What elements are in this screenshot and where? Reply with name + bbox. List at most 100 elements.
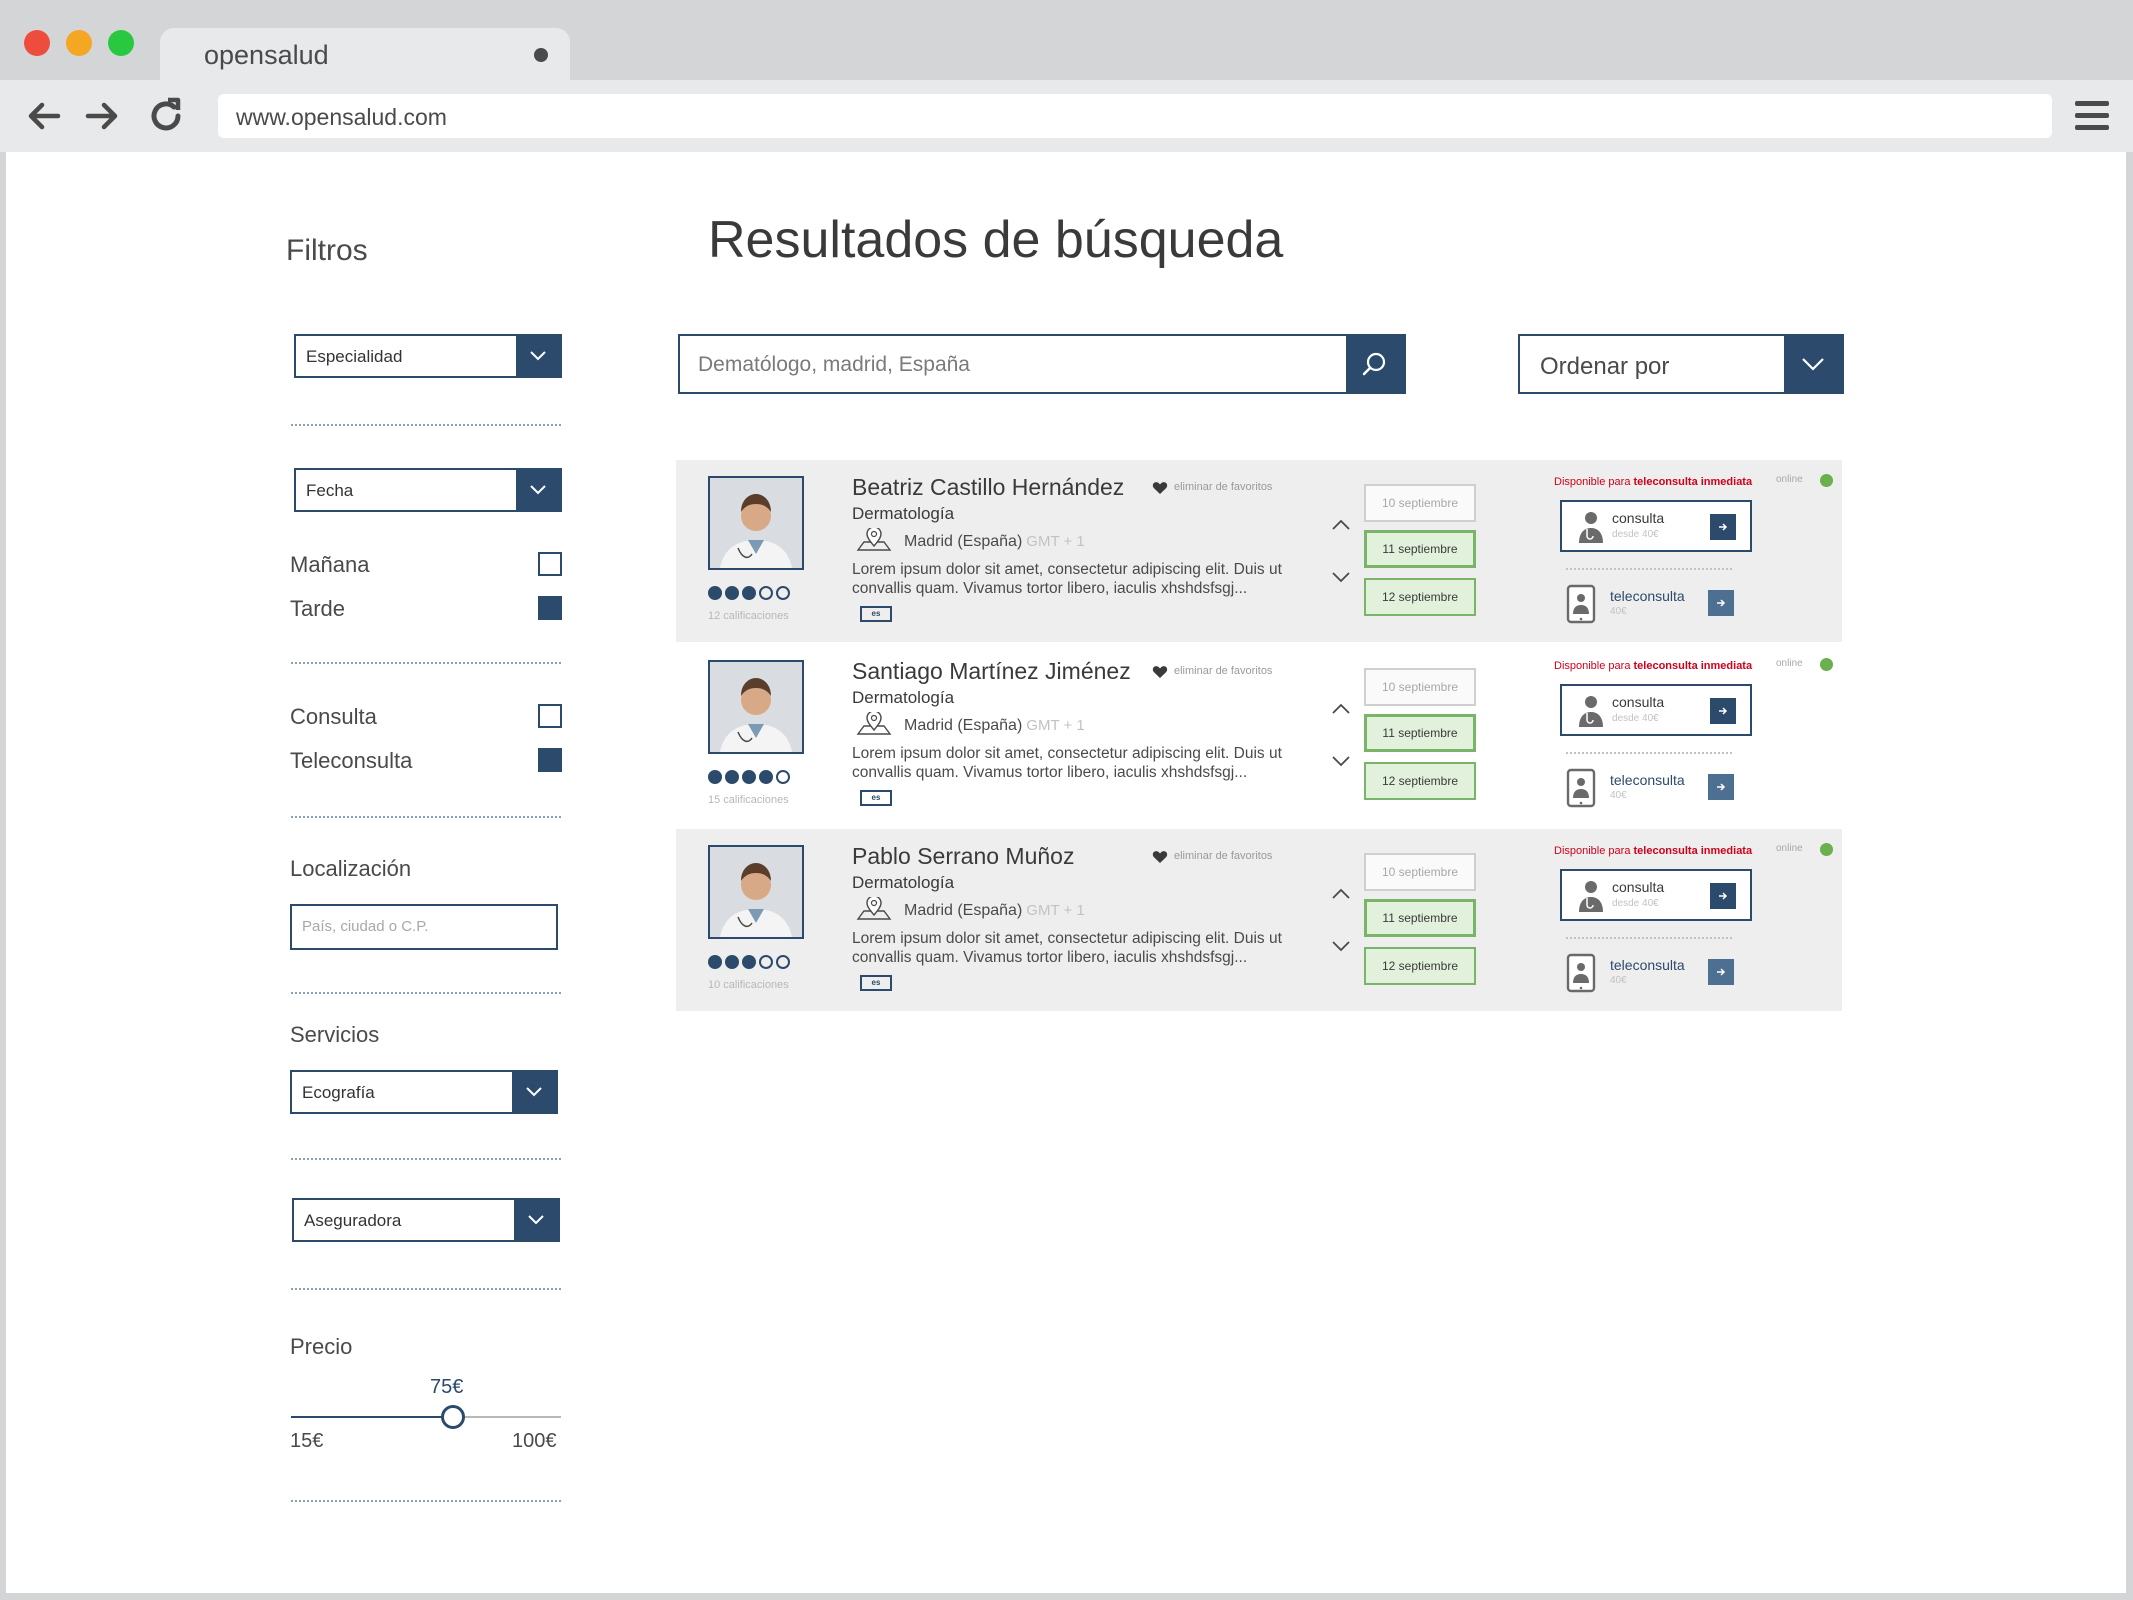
location-input[interactable]: País, ciudad o C.P. bbox=[290, 904, 558, 950]
dates-down-chevron-icon[interactable] bbox=[1330, 570, 1352, 584]
dates-down-chevron-icon[interactable] bbox=[1330, 754, 1352, 768]
availability-prefix: Disponible para bbox=[1554, 845, 1631, 857]
doctor-location: Madrid (España) GMT + 1 bbox=[856, 712, 1156, 736]
rating-dot-filled bbox=[708, 955, 722, 969]
service-name: consulta bbox=[1612, 694, 1665, 710]
reload-icon[interactable] bbox=[144, 94, 188, 138]
arrow-right-icon[interactable] bbox=[1710, 883, 1736, 909]
date-select[interactable]: Fecha bbox=[294, 468, 562, 512]
doctor-icon bbox=[1579, 696, 1603, 727]
browser-tab[interactable]: opensalud bbox=[160, 28, 570, 80]
tab-close-dot[interactable] bbox=[534, 48, 548, 62]
doctor-city: Madrid (España) bbox=[904, 533, 1023, 550]
chevron-down-icon[interactable] bbox=[1784, 336, 1842, 392]
order-by-select[interactable]: Ordenar por bbox=[1518, 334, 1844, 394]
price-slider-handle[interactable] bbox=[441, 1405, 465, 1429]
doctor-name[interactable]: Pablo Serrano Muñoz bbox=[852, 843, 1074, 870]
remove-favorite-link[interactable]: eliminar de favoritos bbox=[1152, 480, 1312, 496]
doctor-photo[interactable] bbox=[708, 476, 804, 570]
book-consulta-option[interactable]: consulta desde 40€ bbox=[1560, 684, 1752, 736]
rating-dot-empty bbox=[759, 955, 773, 969]
chevron-down-icon[interactable] bbox=[516, 470, 560, 510]
service-price: desde 40€ bbox=[1612, 713, 1659, 724]
online-dot-icon bbox=[1820, 843, 1833, 856]
specialty-select[interactable]: Especialidad bbox=[294, 334, 562, 378]
doctor-avatar bbox=[710, 662, 802, 752]
rating-dot-filled bbox=[725, 955, 739, 969]
address-bar[interactable]: www.opensalud.com bbox=[218, 94, 2052, 138]
price-slider-fill bbox=[291, 1416, 453, 1418]
doctor-card: 10 calificaciones Pablo Serrano Muñoz el… bbox=[676, 829, 1842, 1011]
map-pin-icon bbox=[856, 897, 892, 920]
price-slider[interactable] bbox=[291, 1405, 561, 1429]
book-consulta-option[interactable]: consulta desde 40€ bbox=[1560, 869, 1752, 921]
rating-stars bbox=[708, 586, 804, 602]
remove-favorite-link[interactable]: eliminar de favoritos bbox=[1152, 849, 1312, 865]
date-slot-selected[interactable]: 11 septiembre bbox=[1364, 899, 1476, 937]
back-arrow-icon[interactable] bbox=[22, 94, 66, 138]
filter-consulta[interactable]: Consulta bbox=[290, 702, 562, 732]
window-close-button[interactable] bbox=[24, 30, 50, 56]
availability-prefix: Disponible para bbox=[1554, 476, 1631, 488]
book-teleconsulta-option[interactable]: teleconsulta 40€ bbox=[1560, 947, 1752, 999]
book-consulta-option[interactable]: consulta desde 40€ bbox=[1560, 500, 1752, 552]
doctor-name[interactable]: Beatriz Castillo Hernández bbox=[852, 474, 1124, 501]
arrow-right-icon[interactable] bbox=[1710, 698, 1736, 724]
service-price: desde 40€ bbox=[1612, 529, 1659, 540]
reviews-count: 10 calificaciones bbox=[708, 979, 789, 991]
date-slot-selected[interactable]: 11 septiembre bbox=[1364, 530, 1476, 568]
filter-teleconsulta[interactable]: Teleconsulta bbox=[290, 746, 562, 776]
morning-checkbox[interactable] bbox=[538, 552, 562, 576]
afternoon-checkbox[interactable] bbox=[538, 596, 562, 620]
divider bbox=[1566, 568, 1732, 570]
filter-morning[interactable]: Mañana bbox=[290, 550, 562, 580]
doctor-icon bbox=[1579, 881, 1603, 912]
book-teleconsulta-option[interactable]: teleconsulta 40€ bbox=[1560, 762, 1752, 814]
tablet-doctor-icon bbox=[1566, 584, 1596, 624]
rating-dot-empty bbox=[776, 586, 790, 600]
services-select[interactable]: Ecografía bbox=[290, 1070, 558, 1114]
teleconsulta-checkbox[interactable] bbox=[538, 748, 562, 772]
filter-afternoon-label: Tarde bbox=[290, 596, 346, 621]
rating-dot-filled bbox=[725, 770, 739, 784]
insurer-select[interactable]: Aseguradora bbox=[292, 1198, 560, 1242]
arrow-right-icon[interactable] bbox=[1708, 774, 1734, 800]
forward-arrow-icon[interactable] bbox=[80, 94, 124, 138]
doctor-name[interactable]: Santiago Martínez Jiménez bbox=[852, 658, 1131, 685]
dates-up-chevron-icon[interactable] bbox=[1330, 887, 1352, 901]
price-slider-value: 75€ bbox=[430, 1376, 464, 1398]
filter-afternoon[interactable]: Tarde bbox=[290, 594, 562, 624]
consulta-checkbox[interactable] bbox=[538, 704, 562, 728]
doctor-description: Lorem ipsum dolor sit amet, consectetur … bbox=[852, 745, 1282, 781]
chevron-down-icon[interactable] bbox=[514, 1200, 558, 1240]
date-slot-available[interactable]: 12 septiembre bbox=[1364, 578, 1476, 616]
date-slot-unavailable: 10 septiembre bbox=[1364, 668, 1476, 706]
window-maximize-button[interactable] bbox=[108, 30, 134, 56]
book-teleconsulta-option[interactable]: teleconsulta 40€ bbox=[1560, 578, 1752, 630]
online-dot-icon bbox=[1820, 658, 1833, 671]
date-slot-available[interactable]: 12 septiembre bbox=[1364, 762, 1476, 800]
doctor-photo[interactable] bbox=[708, 845, 804, 939]
date-select-label: Fecha bbox=[306, 481, 354, 500]
arrow-right-icon[interactable] bbox=[1710, 514, 1736, 540]
dates-down-chevron-icon[interactable] bbox=[1330, 939, 1352, 953]
window-minimize-button[interactable] bbox=[66, 30, 92, 56]
search-button[interactable] bbox=[1346, 336, 1404, 392]
remove-favorite-link[interactable]: eliminar de favoritos bbox=[1152, 664, 1312, 680]
hamburger-menu-icon[interactable] bbox=[2072, 96, 2112, 136]
remove-favorite-label: eliminar de favoritos bbox=[1174, 850, 1273, 862]
chevron-down-icon[interactable] bbox=[512, 1072, 556, 1112]
chevron-down-icon[interactable] bbox=[516, 336, 560, 376]
reviews-count: 12 calificaciones bbox=[708, 610, 789, 622]
doctor-photo[interactable] bbox=[708, 660, 804, 754]
doctor-timezone: GMT + 1 bbox=[1026, 533, 1085, 550]
browser-toolbar: www.opensalud.com bbox=[0, 80, 2133, 152]
arrow-right-icon[interactable] bbox=[1708, 959, 1734, 985]
divider bbox=[291, 1500, 561, 1502]
arrow-right-icon[interactable] bbox=[1708, 590, 1734, 616]
dates-up-chevron-icon[interactable] bbox=[1330, 518, 1352, 532]
search-input[interactable]: Dematólogo, madrid, España bbox=[678, 334, 1406, 394]
dates-up-chevron-icon[interactable] bbox=[1330, 702, 1352, 716]
date-slot-available[interactable]: 12 septiembre bbox=[1364, 947, 1476, 985]
date-slot-selected[interactable]: 11 septiembre bbox=[1364, 714, 1476, 752]
